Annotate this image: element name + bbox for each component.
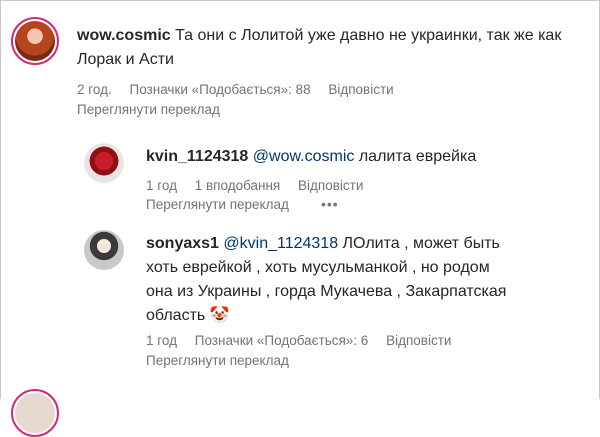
avatar-image [15,21,55,61]
avatar-image [84,143,124,183]
reply-body: kvin_1124318 @wow.cosmic лалита еврейка [146,145,586,169]
reply-line-3: она из Украины , горда Мукачева , Закарп… [146,283,507,300]
reply-likes[interactable]: Позначки «Подобається»: 6 [195,333,369,348]
reply-body: sonyaxs1 @kvin_1124318 ЛОлита , может бы… [146,232,586,328]
reply-username[interactable]: kvin_1124318 [146,148,248,165]
mention-link[interactable]: @kvin_1124318 [223,235,338,252]
comments-panel: wow.cosmic Та они с Лолитой уже давно не… [0,0,600,437]
see-translation-link[interactable]: Переглянути переклад [77,102,220,117]
comment-username[interactable]: wow.cosmic [77,27,171,44]
reply-meta: 1 год 1 вподобання Відповісти [146,178,377,193]
reply-time[interactable]: 1 год [146,178,177,193]
avatar-next-comment[interactable] [11,389,59,437]
avatar-wow-cosmic[interactable] [11,17,59,65]
reply-button[interactable]: Відповісти [386,333,451,348]
avatar-image [15,393,55,433]
more-options-icon[interactable]: ••• [321,196,339,212]
see-translation-link[interactable]: Переглянути переклад [146,197,289,212]
comment-meta: 2 год. Позначки «Подобається»: 88 Відпов… [77,82,408,97]
reply-line-1: sonyaxs1 @kvin_1124318 ЛОлита , может бы… [146,232,586,256]
comment-likes[interactable]: Позначки «Подобається»: 88 [130,82,311,97]
reply-line-2: хоть еврейкой , хоть мусульманкой , но р… [146,259,490,276]
see-translation-link[interactable]: Переглянути переклад [146,353,289,368]
avatar-image [84,230,124,270]
reply-meta: 1 год Позначки «Подобається»: 6 Відповіс… [146,333,465,348]
mention-link[interactable]: @wow.cosmic [253,148,355,165]
reply-button[interactable]: Відповісти [298,178,363,193]
reply-button[interactable]: Відповісти [328,82,393,97]
avatar-sonyaxs1[interactable] [84,230,124,270]
reply-line-4: область 🤡 [146,304,586,328]
reply-text: лалита еврейка [358,148,477,165]
reply-likes[interactable]: 1 вподобання [195,178,281,193]
clown-emoji-icon: 🤡 [209,307,230,324]
avatar-kvin[interactable] [84,143,124,183]
comment-time[interactable]: 2 год. [77,82,112,97]
reply-text: ЛОлита , может быть [342,235,500,252]
reply-username[interactable]: sonyaxs1 [146,235,219,252]
reply-text: область [146,307,206,324]
comment-body: wow.cosmic Та они с Лолитой уже давно не… [77,24,587,72]
reply-time[interactable]: 1 год [146,333,177,348]
